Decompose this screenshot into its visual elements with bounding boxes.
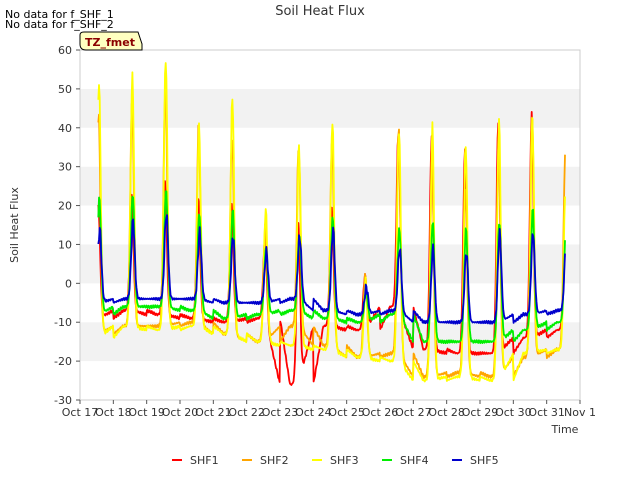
x-tick-label: Oct 22	[228, 406, 265, 419]
grid-band	[80, 50, 580, 89]
y-tick-label: -10	[54, 316, 72, 329]
y-tick-label: 50	[58, 83, 72, 96]
x-tick-label: Oct 28	[428, 406, 465, 419]
soil-heat-flux-chart: -30-20-100102030405060 Oct 17Oct 18Oct 1…	[8, 4, 596, 467]
y-tick-label: 0	[65, 277, 72, 290]
y-tick-label: 20	[58, 200, 72, 213]
legend-label-shf4: SHF4	[400, 454, 429, 467]
x-axis-ticks: Oct 17Oct 18Oct 19Oct 20Oct 21Oct 22Oct …	[62, 400, 596, 419]
y-tick-label: 10	[58, 238, 72, 251]
x-tick-label: Oct 17	[62, 406, 99, 419]
y-tick-label: 60	[58, 44, 72, 57]
x-axis-label: Time	[551, 423, 579, 436]
legend: SHF1 SHF2 SHF3 SHF4 SHF5	[172, 454, 499, 467]
site-badge: TZ_fmet	[79, 31, 143, 51]
y-axis-label: Soil Heat Flux	[8, 187, 21, 263]
x-tick-label: Oct 19	[128, 406, 165, 419]
grid-band	[80, 322, 580, 362]
x-tick-label: Oct 31	[528, 406, 565, 419]
legend-label-shf3: SHF3	[330, 454, 359, 467]
x-tick-label: Oct 25	[328, 406, 365, 419]
y-tick-label: 30	[58, 161, 72, 174]
legend-label-shf2: SHF2	[260, 454, 289, 467]
x-tick-label: Nov 1	[564, 406, 596, 419]
grid-band	[80, 88, 580, 128]
x-tick-label: Oct 20	[162, 406, 199, 419]
x-tick-label: Oct 29	[462, 406, 499, 419]
x-tick-label: Oct 27	[395, 406, 432, 419]
legend-label-shf1: SHF1	[190, 454, 219, 467]
x-tick-label: Oct 21	[195, 406, 232, 419]
y-axis-ticks: -30-20-100102030405060	[54, 44, 80, 407]
x-tick-label: Oct 23	[262, 406, 299, 419]
x-tick-label: Oct 30	[495, 406, 532, 419]
y-tick-label: -20	[54, 355, 72, 368]
site-badge-label: TZ_fmet	[85, 36, 135, 49]
legend-label-shf5: SHF5	[470, 454, 499, 467]
x-tick-label: Oct 18	[95, 406, 132, 419]
x-tick-label: Oct 26	[362, 406, 399, 419]
grid-band	[80, 127, 580, 167]
y-tick-label: 40	[58, 122, 72, 135]
chart-title: Soil Heat Flux	[275, 4, 365, 19]
x-tick-label: Oct 24	[295, 406, 332, 419]
